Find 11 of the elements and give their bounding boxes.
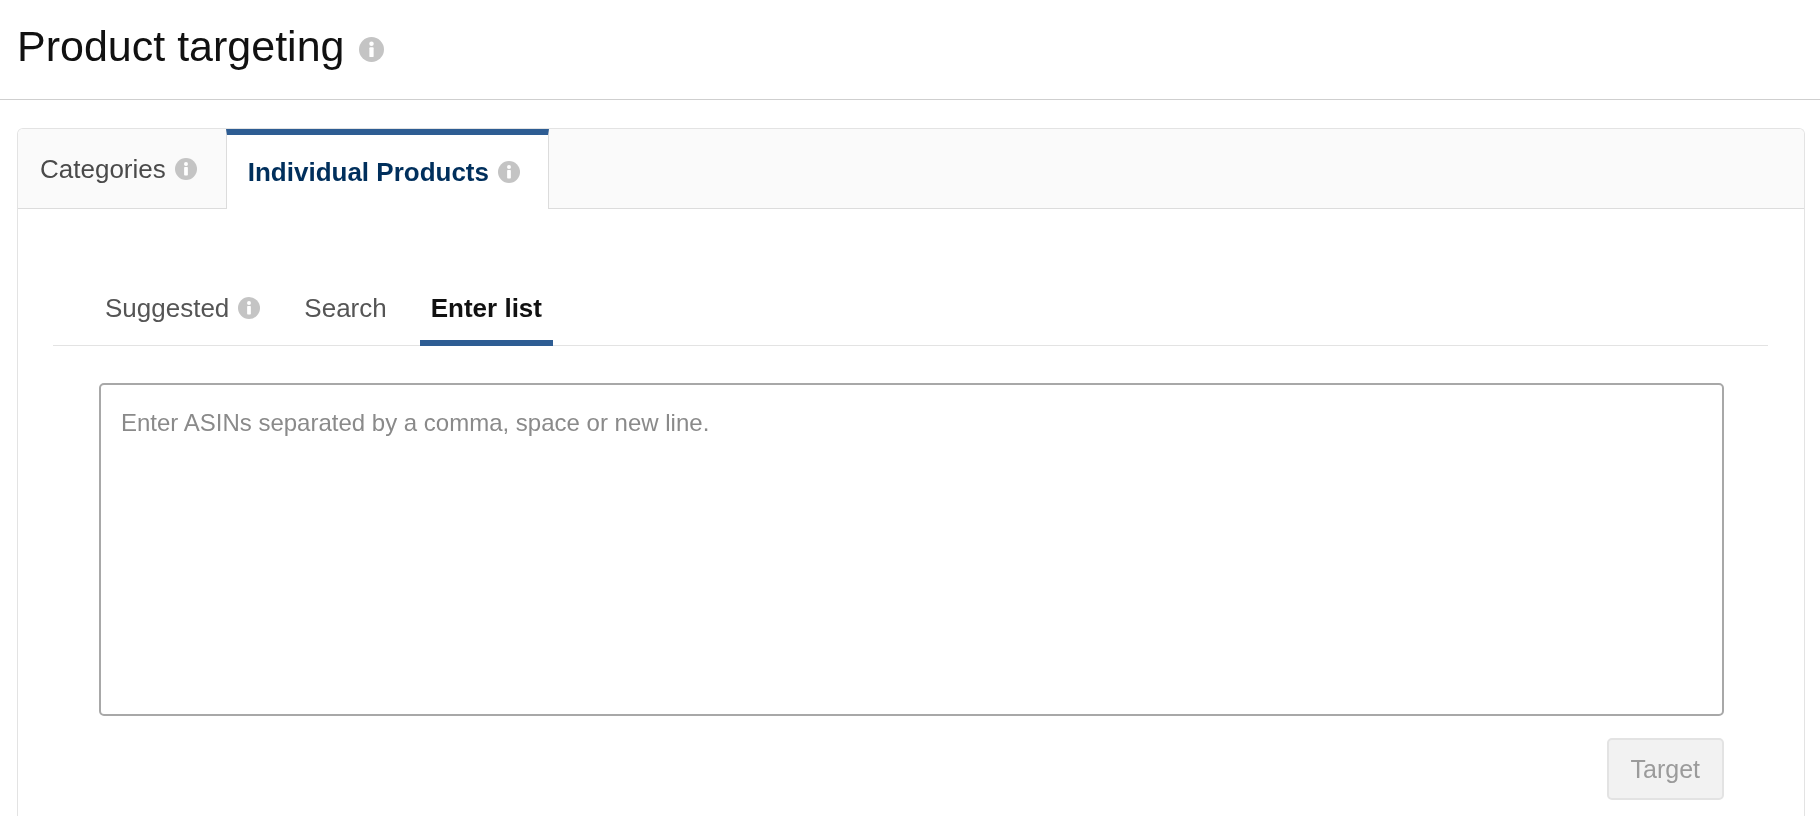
asin-input[interactable]: Enter ASINs separated by a comma, space or new line. (99, 383, 1724, 716)
subtab[interactable]: Enter list (419, 293, 553, 346)
tab[interactable]: Categories (18, 129, 226, 209)
subtab[interactable]: Search (293, 293, 398, 346)
info-icon[interactable] (238, 297, 261, 319)
tab[interactable]: Individual Products (225, 129, 549, 209)
page-title: Product targeting (17, 20, 345, 72)
info-icon[interactable] (498, 161, 520, 183)
info-icon[interactable] (359, 37, 385, 62)
info-icon[interactable] (174, 158, 197, 180)
subtab[interactable]: Suggested (94, 293, 272, 346)
